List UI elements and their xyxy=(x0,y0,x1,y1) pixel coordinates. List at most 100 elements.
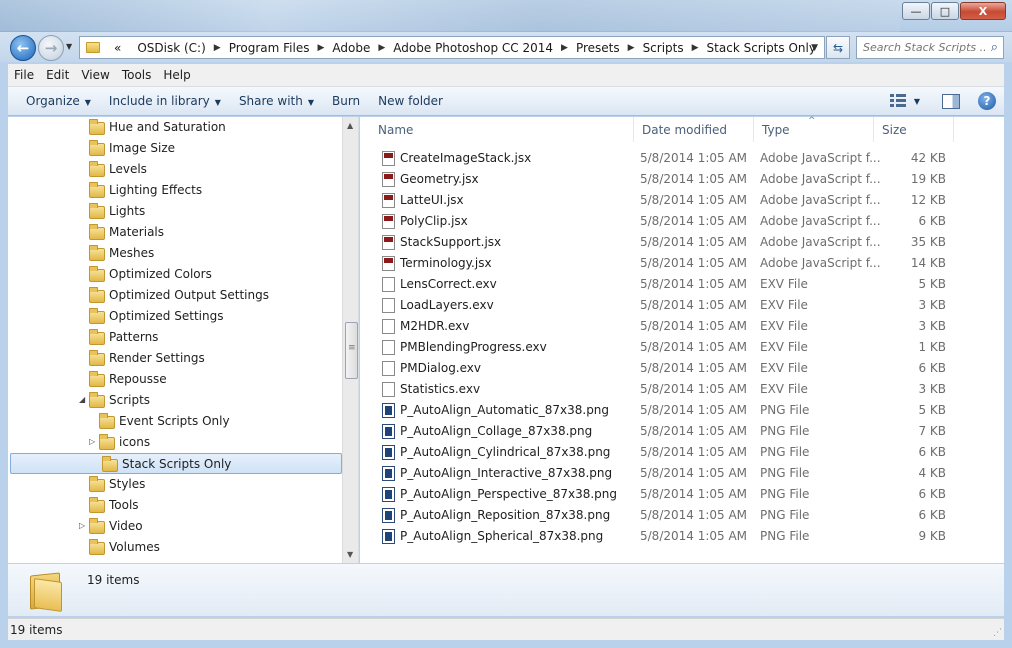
file-type: EXV File xyxy=(760,361,808,375)
breadcrumb-item[interactable]: Adobe xyxy=(324,41,378,55)
change-view-icon[interactable] xyxy=(889,94,908,108)
column-header-size[interactable]: Size xyxy=(874,117,954,142)
menu-tools[interactable]: Tools xyxy=(116,68,158,82)
forward-button[interactable]: → xyxy=(38,35,64,61)
file-date-modified: 5/8/2014 1:05 AM xyxy=(640,235,748,249)
organize-label: Organize xyxy=(26,94,80,108)
share-with-button[interactable]: Share with ▼ xyxy=(230,94,323,108)
tree-item[interactable]: Hue and Saturation xyxy=(8,117,342,138)
tree-item[interactable]: Render Settings xyxy=(8,348,342,369)
tree-item[interactable]: Lights xyxy=(8,201,342,222)
address-dropdown-icon[interactable]: ▼ xyxy=(811,43,818,53)
tree-item[interactable]: Meshes xyxy=(8,243,342,264)
file-name: P_AutoAlign_Reposition_87x38.png xyxy=(400,508,611,522)
exv-file-icon xyxy=(382,319,395,334)
file-date-modified: 5/8/2014 1:05 AM xyxy=(640,487,748,501)
file-row[interactable]: P_AutoAlign_Collage_87x38.png 5/8/2014 1:… xyxy=(360,421,1004,442)
menu-help[interactable]: Help xyxy=(157,68,196,82)
breadcrumb-separator-icon[interactable]: ▶ xyxy=(378,43,385,53)
file-row[interactable]: PMBlendingProgress.exv 5/8/2014 1:05 AM EX… xyxy=(360,337,1004,358)
file-row[interactable]: P_AutoAlign_Automatic_87x38.png 5/8/2014 … xyxy=(360,400,1004,421)
navigation-scrollbar[interactable]: ▲ ▼ xyxy=(342,117,358,563)
file-row[interactable]: LatteUI.jsx 5/8/2014 1:05 AM Adobe JavaScr… xyxy=(360,190,1004,211)
breadcrumb-item[interactable]: Adobe Photoshop CC 2014 xyxy=(385,41,561,55)
preview-pane-icon[interactable] xyxy=(942,93,960,109)
file-row[interactable]: CreateImageStack.jsx 5/8/2014 1:05 AM Adob… xyxy=(360,148,1004,169)
expand-arrow-icon[interactable]: ▷ xyxy=(79,521,89,530)
tree-item[interactable]: Styles xyxy=(8,474,342,495)
tree-item[interactable]: Volumes xyxy=(8,537,342,558)
tree-item[interactable]: Optimized Settings xyxy=(8,306,342,327)
menu-edit[interactable]: Edit xyxy=(40,68,75,82)
file-row[interactable]: P_AutoAlign_Spherical_87x38.png 5/8/2014 … xyxy=(360,526,1004,547)
maximize-button[interactable]: □ xyxy=(931,2,959,20)
search-input[interactable] xyxy=(863,41,985,54)
recent-pages-dropdown[interactable]: ▼ xyxy=(66,42,72,51)
breadcrumb-separator-icon[interactable]: ▶ xyxy=(214,43,221,53)
breadcrumb-item[interactable]: Stack Scripts Only xyxy=(699,41,824,55)
new-folder-button[interactable]: New folder xyxy=(369,94,452,108)
file-row[interactable]: P_AutoAlign_Interactive_87x38.png 5/8/201… xyxy=(360,463,1004,484)
tree-item[interactable]: Levels xyxy=(8,159,342,180)
address-bar[interactable]: « OSDisk (C:) ▶ Program Files ▶ Adobe ▶ Adobe … xyxy=(79,36,825,59)
help-icon[interactable]: ? xyxy=(978,92,996,110)
breadcrumb-item[interactable]: OSDisk (C:) xyxy=(129,41,213,55)
collapse-arrow-icon[interactable]: ◢ xyxy=(79,395,89,404)
menu-view[interactable]: View xyxy=(75,68,115,82)
file-row[interactable]: P_AutoAlign_Cylindrical_87x38.png 5/8/201… xyxy=(360,442,1004,463)
file-row[interactable]: P_AutoAlign_Reposition_87x38.png 5/8/2014… xyxy=(360,505,1004,526)
tree-item[interactable]: ▷ icons xyxy=(8,432,342,453)
breadcrumb-item[interactable]: Presets xyxy=(568,41,628,55)
file-row[interactable]: Geometry.jsx 5/8/2014 1:05 AM Adobe JavaSc… xyxy=(360,169,1004,190)
breadcrumb-item[interactable]: Program Files xyxy=(221,41,318,55)
tree-item[interactable]: ◢ Scripts xyxy=(8,390,342,411)
file-row[interactable]: LoadLayers.exv 5/8/2014 1:05 AM EXV File 3 … xyxy=(360,295,1004,316)
breadcrumb-separator-icon[interactable]: ▶ xyxy=(317,43,324,53)
tree-item[interactable]: Lighting Effects xyxy=(8,180,342,201)
column-header-date-modified[interactable]: Date modified xyxy=(634,117,754,142)
search-box[interactable]: ⌕ xyxy=(856,36,1004,59)
burn-button[interactable]: Burn xyxy=(323,94,369,108)
close-button[interactable]: X xyxy=(960,2,1006,20)
tree-item[interactable]: ▷ Video xyxy=(8,516,342,537)
file-row[interactable]: Terminology.jsx 5/8/2014 1:05 AM Adobe Jav… xyxy=(360,253,1004,274)
file-name: PMBlendingProgress.exv xyxy=(400,340,547,354)
search-icon[interactable]: ⌕ xyxy=(991,40,998,55)
breadcrumb-separator-icon[interactable]: ▶ xyxy=(628,43,635,53)
file-row[interactable]: PolyClip.jsx 5/8/2014 1:05 AM Adobe JavaSc… xyxy=(360,211,1004,232)
tree-item[interactable]: Image Size xyxy=(8,138,342,159)
resize-grip-icon[interactable]: ⋰ xyxy=(993,628,1002,638)
breadcrumb-separator-icon[interactable]: ▶ xyxy=(692,43,699,53)
tree-item[interactable]: Stack Scripts Only xyxy=(10,453,342,474)
column-header-name[interactable]: Name xyxy=(370,117,634,142)
view-dropdown-icon[interactable]: ▼ xyxy=(914,97,920,106)
file-row[interactable]: PMDialog.exv 5/8/2014 1:05 AM EXV File 6 KB xyxy=(360,358,1004,379)
include-in-library-button[interactable]: Include in library ▼ xyxy=(100,94,230,108)
expand-arrow-icon[interactable]: ▷ xyxy=(89,437,99,446)
tree-item[interactable]: Optimized Output Settings xyxy=(8,285,342,306)
scroll-down-icon[interactable]: ▼ xyxy=(347,550,353,559)
file-row[interactable]: Statistics.exv 5/8/2014 1:05 AM EXV File 3 … xyxy=(360,379,1004,400)
scroll-thumb[interactable] xyxy=(345,322,358,379)
organize-button[interactable]: Organize ▼ xyxy=(17,94,100,108)
breadcrumb-separator-icon[interactable]: ▶ xyxy=(561,43,568,53)
tree-item[interactable]: Patterns xyxy=(8,327,342,348)
refresh-button[interactable]: ⇆ xyxy=(826,36,850,59)
scroll-up-icon[interactable]: ▲ xyxy=(347,121,353,130)
tree-item[interactable]: Repousse xyxy=(8,369,342,390)
breadcrumb-item[interactable]: Scripts xyxy=(635,41,692,55)
file-type: PNG File xyxy=(760,424,810,438)
sort-ascending-icon: ^ xyxy=(808,116,816,126)
tree-item[interactable]: Event Scripts Only xyxy=(8,411,342,432)
tree-item[interactable]: Materials xyxy=(8,222,342,243)
breadcrumb-overflow[interactable]: « xyxy=(106,41,129,55)
tree-item[interactable]: Optimized Colors xyxy=(8,264,342,285)
minimize-button[interactable]: — xyxy=(902,2,930,20)
file-row[interactable]: StackSupport.jsx 5/8/2014 1:05 AM Adobe Ja… xyxy=(360,232,1004,253)
file-row[interactable]: LensCorrect.exv 5/8/2014 1:05 AM EXV File 5… xyxy=(360,274,1004,295)
file-row[interactable]: M2HDR.exv 5/8/2014 1:05 AM EXV File 3 KB xyxy=(360,316,1004,337)
tree-item[interactable]: Tools xyxy=(8,495,342,516)
back-button[interactable]: ← xyxy=(10,35,36,61)
menu-file[interactable]: File xyxy=(8,68,40,82)
file-row[interactable]: P_AutoAlign_Perspective_87x38.png 5/8/201… xyxy=(360,484,1004,505)
